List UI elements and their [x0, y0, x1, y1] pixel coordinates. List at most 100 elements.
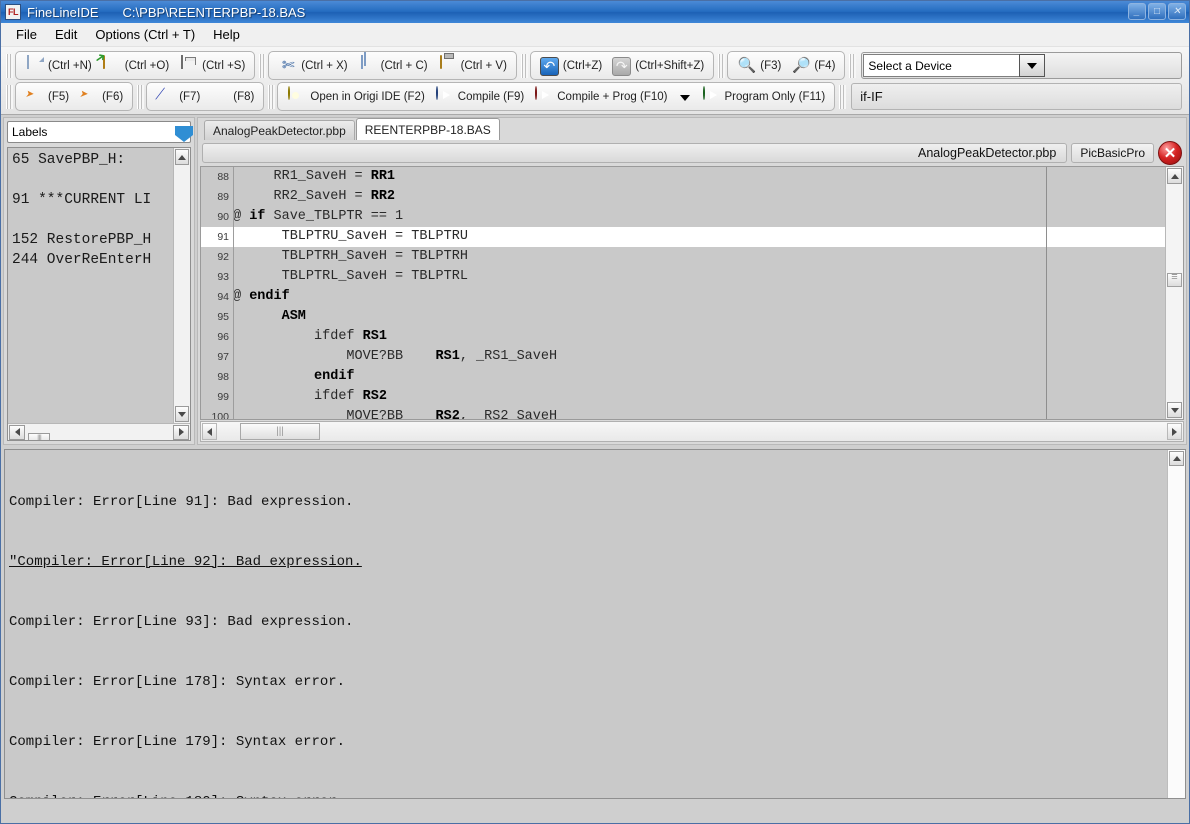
sidebar-view-selector[interactable]: Labels [7, 121, 191, 143]
code-line[interactable]: 98 endif [201, 367, 1165, 387]
toolbar-grip-5[interactable] [849, 54, 856, 78]
labels-hscroll-thumb[interactable] [28, 433, 50, 441]
maximize-button[interactable]: □ [1148, 3, 1166, 20]
scroll-up-icon[interactable] [175, 149, 189, 165]
toolbar-grip-3[interactable] [521, 54, 528, 78]
list-item[interactable]: 65 SavePBP_H: [12, 150, 173, 170]
output-line-selected[interactable]: "Compiler: Error[Line 92]: Bad expressio… [9, 552, 1167, 572]
find-next-button[interactable]: 🔎 (F4) [786, 53, 840, 78]
code-area[interactable]: 88 RR1_SaveH = RR1 89 RR2_SaveH = RR2 90… [201, 167, 1165, 419]
menu-item-edit[interactable]: Edit [46, 25, 86, 44]
program-only-button[interactable]: Program Only (F11) [697, 84, 831, 109]
device-combo[interactable] [863, 54, 1045, 77]
find-button[interactable]: 🔍 (F3) [732, 53, 786, 78]
output-line[interactable]: Compiler: Error[Line 180]: Syntax error. [9, 792, 1167, 798]
output-vertical-scrollbar[interactable] [1167, 450, 1185, 798]
code-lines[interactable]: 88 RR1_SaveH = RR1 89 RR2_SaveH = RR2 90… [201, 167, 1165, 419]
labels-horizontal-scrollbar[interactable] [8, 423, 190, 440]
code-line[interactable]: 90@ if Save_TBLPTR == 1 [201, 207, 1165, 227]
scroll-up-icon[interactable] [1167, 168, 1182, 184]
toolbar-area: (Ctrl +N) (Ctrl +O) (Ctrl +S) ✄ (Ctrl + … [1, 47, 1189, 115]
build-options-dropdown[interactable] [673, 84, 697, 109]
indent-left-button[interactable]: ➤ (F6) [74, 84, 128, 109]
compiler-output-log[interactable]: Compiler: Error[Line 91]: Bad expression… [5, 450, 1167, 798]
chevron-down-icon[interactable] [1019, 54, 1045, 77]
device-input[interactable] [863, 54, 1019, 77]
output-line[interactable]: Compiler: Error[Line 93]: Bad expression… [9, 612, 1167, 632]
toolbar-grip-7[interactable] [137, 85, 144, 109]
menu-item-file[interactable]: File [7, 25, 46, 44]
menu-item-help[interactable]: Help [204, 25, 249, 44]
tab-analogpeakdetector[interactable]: AnalogPeakDetector.pbp [204, 120, 355, 140]
list-item[interactable]: 244 OverReEnterH [12, 250, 173, 270]
list-item[interactable] [12, 170, 173, 190]
code-line[interactable]: 94@ endif [201, 287, 1165, 307]
output-line[interactable]: Compiler: Error[Line 91]: Bad expression… [9, 492, 1167, 512]
close-button[interactable]: ✕ [1168, 3, 1186, 20]
editor-vscroll-thumb[interactable] [1167, 273, 1182, 287]
editor-hscroll-track[interactable] [218, 422, 1166, 441]
code-line[interactable]: 99 ifdef RS2 [201, 387, 1165, 407]
editor-vscroll-track[interactable] [1166, 185, 1183, 401]
toolbar-grip-6[interactable] [6, 85, 13, 109]
copy-button[interactable]: (Ctrl + C) [353, 53, 433, 78]
scroll-down-icon[interactable] [175, 406, 189, 422]
labels-list[interactable]: 65 SavePBP_H: 91 ***CURRENT LI 152 Resto… [8, 148, 173, 423]
compile-and-program-button[interactable]: Compile + Prog (F10) [529, 84, 672, 109]
code-line[interactable]: 92 TBLPTRH_SaveH = TBLPTRH [201, 247, 1165, 267]
scroll-down-icon[interactable] [1167, 402, 1182, 418]
close-file-icon[interactable]: ✕ [1158, 141, 1182, 165]
redo-button[interactable]: ↷ (Ctrl+Shift+Z) [607, 53, 709, 78]
scroll-right-icon[interactable] [1167, 423, 1182, 440]
scroll-up-icon[interactable] [1169, 451, 1184, 466]
code-line[interactable]: 89 RR2_SaveH = RR2 [201, 187, 1165, 207]
code-line[interactable]: 96 ifdef RS1 [201, 327, 1165, 347]
labels-vertical-scrollbar[interactable] [173, 148, 190, 423]
code-line[interactable]: 93 TBLPTRL_SaveH = TBLPTRL [201, 267, 1165, 287]
indent-right-button[interactable]: ➤ (F5) [20, 84, 74, 109]
compile-prog-icon [534, 87, 554, 107]
paste-button[interactable]: (Ctrl + V) [433, 53, 512, 78]
minimize-button[interactable]: _ [1128, 3, 1146, 20]
new-file-button[interactable]: (Ctrl +N) [20, 53, 97, 78]
toolbar-grip-4[interactable] [718, 54, 725, 78]
tab-reenterpbp[interactable]: REENTERPBP-18.BAS [356, 118, 500, 140]
editor-hscroll-thumb[interactable] [240, 423, 320, 440]
cut-button[interactable]: ✄ (Ctrl + X) [273, 53, 352, 78]
editor-horizontal-scrollbar[interactable] [200, 421, 1184, 442]
open-file-button[interactable]: (Ctrl +O) [97, 53, 174, 78]
save-file-button[interactable]: (Ctrl +S) [174, 53, 250, 78]
toolbar-grip[interactable] [6, 54, 13, 78]
list-item[interactable]: 152 RestorePBP_H [12, 230, 173, 250]
code-editor[interactable]: 88 RR1_SaveH = RR1 89 RR2_SaveH = RR2 90… [200, 166, 1184, 420]
list-item[interactable] [12, 210, 173, 230]
indent-right-icon: ➤ [25, 87, 45, 107]
toolbar-row-1: (Ctrl +N) (Ctrl +O) (Ctrl +S) ✄ (Ctrl + … [1, 50, 1189, 81]
output-line[interactable]: Compiler: Error[Line 179]: Syntax error. [9, 732, 1167, 752]
code-line[interactable]: 88 RR1_SaveH = RR1 [201, 167, 1165, 187]
toolbar-grip-8[interactable] [268, 85, 275, 109]
toolbar-grip-9[interactable] [839, 85, 846, 109]
code-line[interactable]: 100 MOVE?BB RS2, _RS2_SaveH [201, 407, 1165, 419]
scroll-left-icon[interactable] [202, 423, 217, 440]
list-item[interactable]: 91 ***CURRENT LI [12, 190, 173, 210]
output-line[interactable]: Compiler: Error[Line 178]: Syntax error. [9, 672, 1167, 692]
undo-button[interactable]: ↶ (Ctrl+Z) [535, 53, 607, 78]
history-toolbar-group: ↶ (Ctrl+Z) ↷ (Ctrl+Shift+Z) [530, 51, 714, 80]
open-in-original-ide-button[interactable]: Open in Origi IDE (F2) [282, 84, 429, 109]
find-text-field[interactable]: if-IF [851, 83, 1182, 110]
scroll-right-icon[interactable] [173, 425, 189, 440]
comment-toolbar-group: ╱ (F7) (F8) [146, 82, 264, 111]
title-file-path: C:\PBP\REENTERPBP-18.BAS [123, 5, 306, 20]
editor-vertical-scrollbar[interactable] [1165, 167, 1183, 419]
compile-button[interactable]: Compile (F9) [430, 84, 529, 109]
code-line[interactable]: 97 MOVE?BB RS1, _RS1_SaveH [201, 347, 1165, 367]
menu-item-options[interactable]: Options (Ctrl + T) [86, 25, 204, 44]
compiler-type-button[interactable]: PicBasicPro [1071, 143, 1154, 163]
uncomment-button[interactable]: (F8) [205, 84, 259, 109]
toolbar-grip-2[interactable] [259, 54, 266, 78]
code-line-current[interactable]: 91 TBLPTRU_SaveH = TBLPTRU [201, 227, 1165, 247]
scroll-left-icon[interactable] [9, 425, 25, 440]
comment-button[interactable]: ╱ (F7) [151, 84, 205, 109]
code-line[interactable]: 95 ASM [201, 307, 1165, 327]
